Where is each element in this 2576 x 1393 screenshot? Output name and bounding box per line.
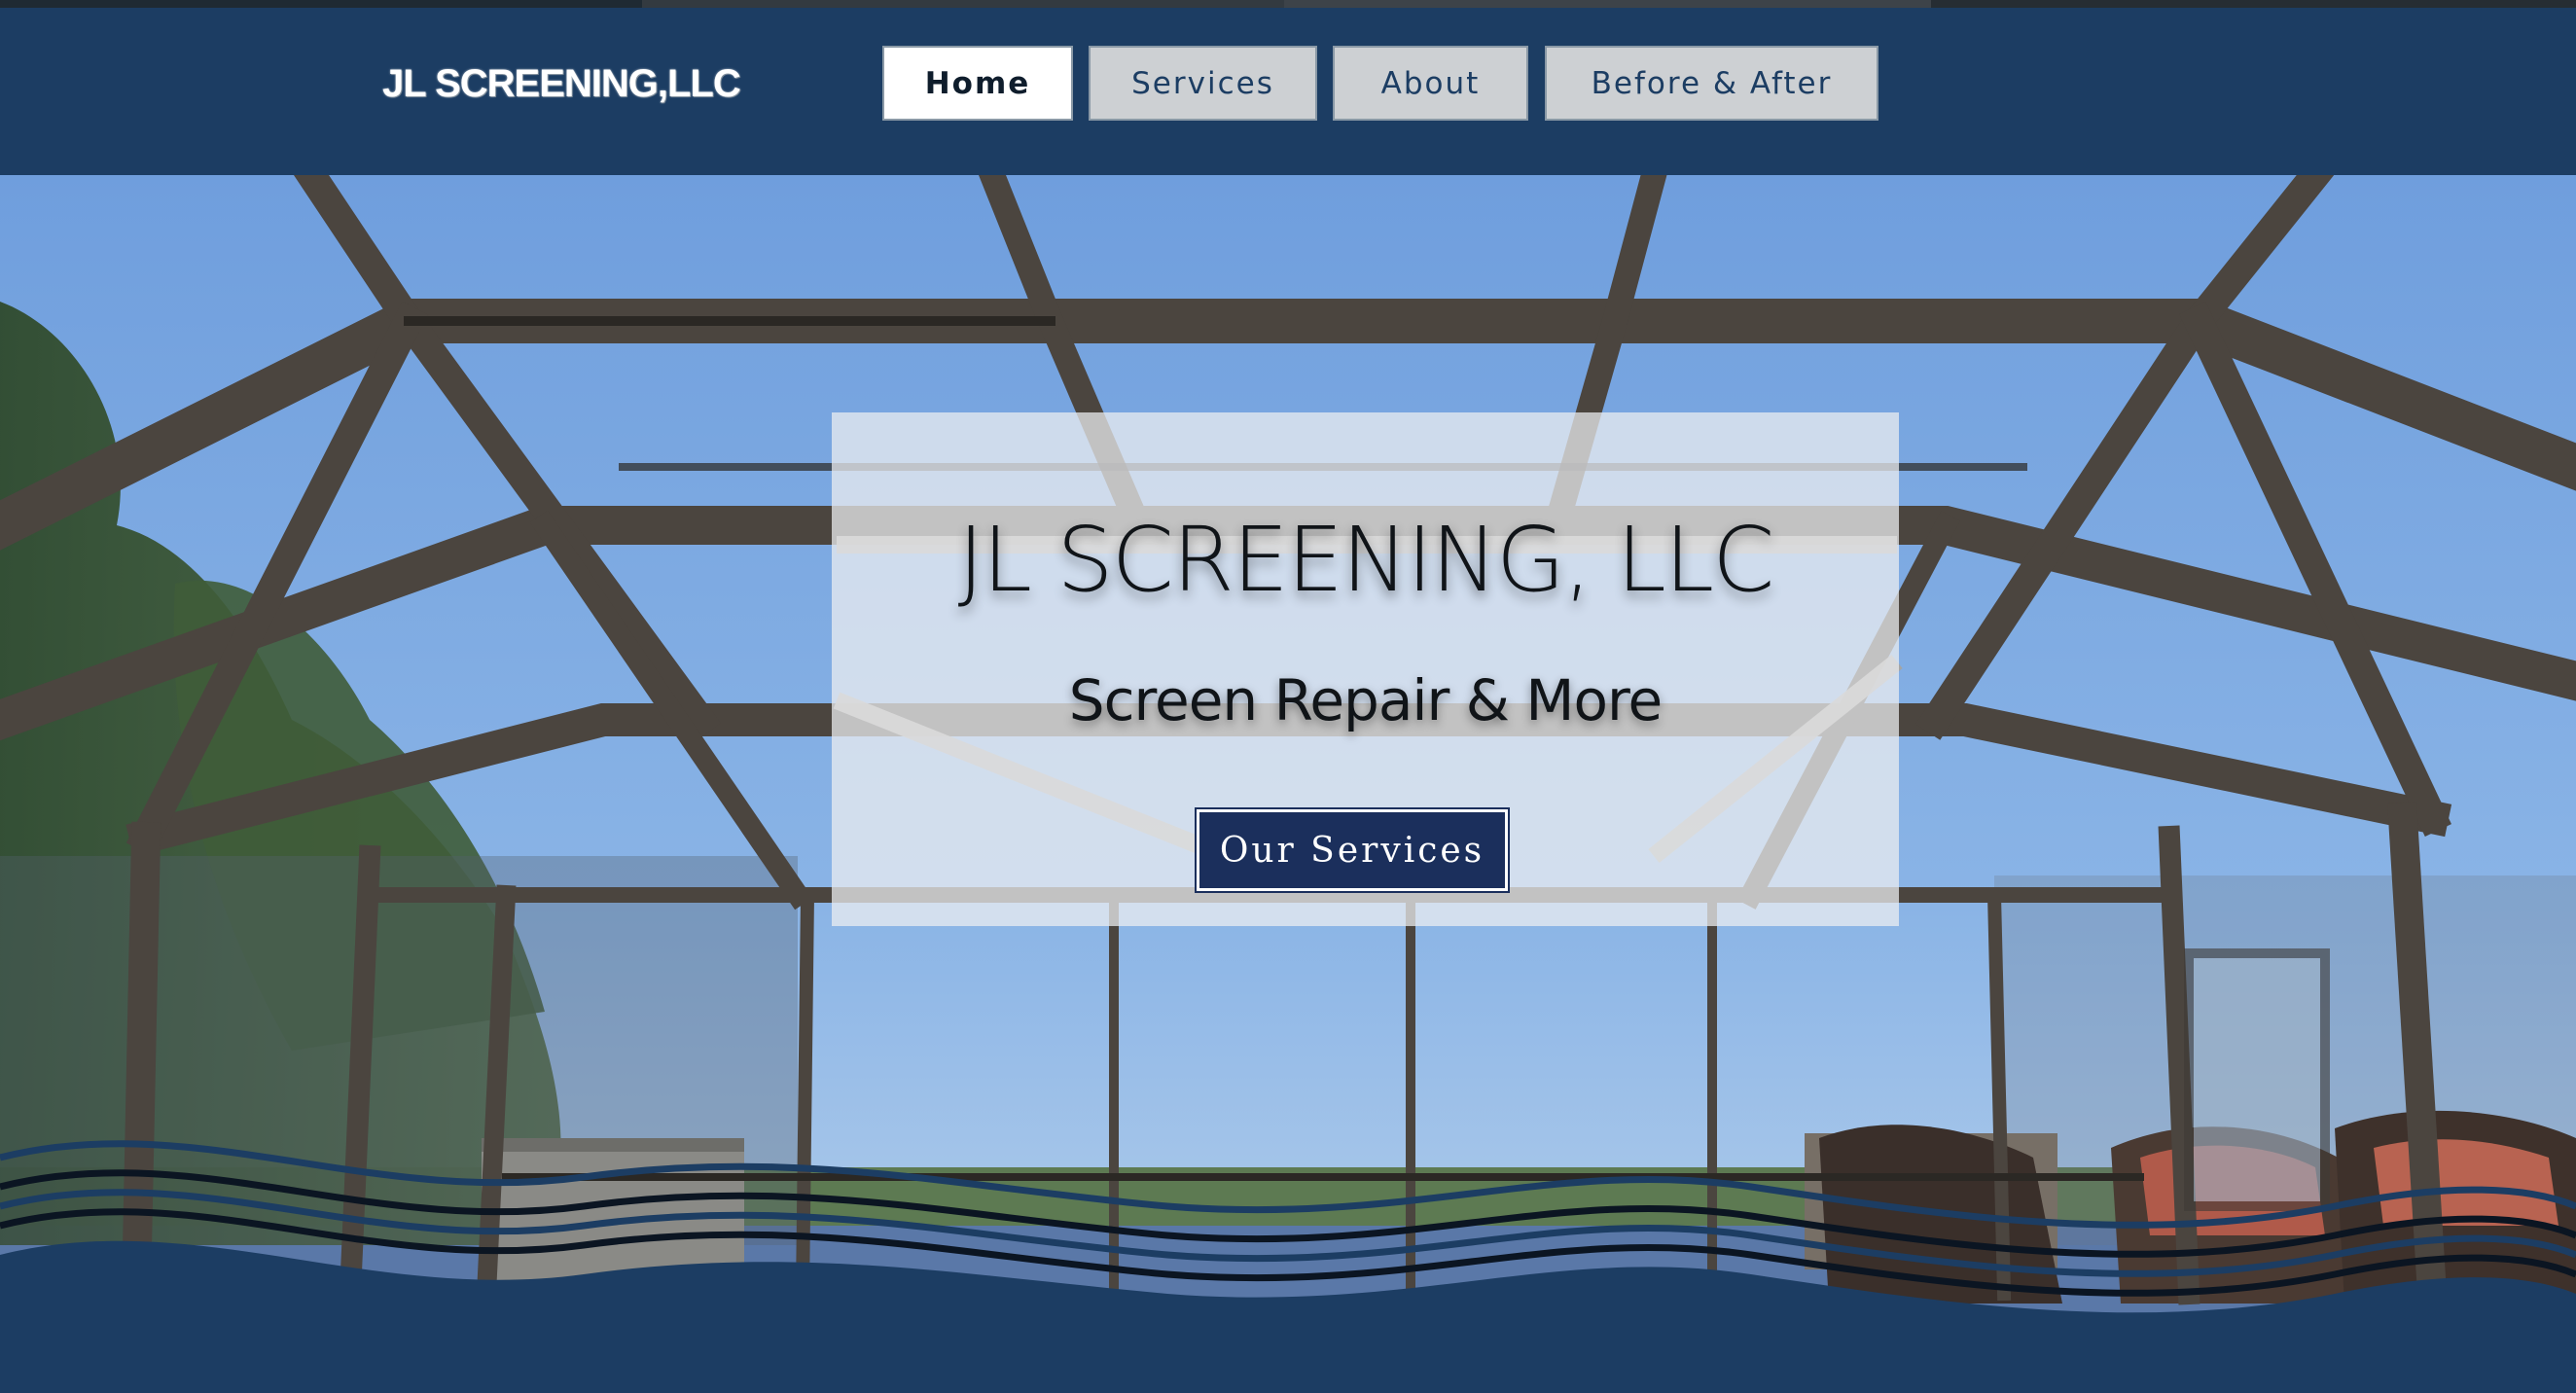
- nav-home[interactable]: Home: [882, 46, 1073, 121]
- hero-card: JL SCREENING, LLC Screen Repair & More O…: [832, 412, 1899, 926]
- site-logo[interactable]: JL SCREENING,LLC: [382, 62, 741, 106]
- nav-about[interactable]: About: [1333, 46, 1528, 121]
- top-strip: [0, 0, 2576, 8]
- nav-before-after[interactable]: Before & After: [1545, 46, 1878, 121]
- nav-services[interactable]: Services: [1089, 46, 1317, 121]
- our-services-button[interactable]: Our Services: [1195, 807, 1510, 893]
- hero-subtitle: Screen Repair & More: [1068, 667, 1663, 733]
- hero-section: JL SCREENING, LLC Screen Repair & More O…: [0, 175, 2576, 1393]
- site-header: JL SCREENING,LLC Home Services About Bef…: [0, 8, 2576, 175]
- hero-title: JL SCREENING, LLC: [957, 508, 1775, 612]
